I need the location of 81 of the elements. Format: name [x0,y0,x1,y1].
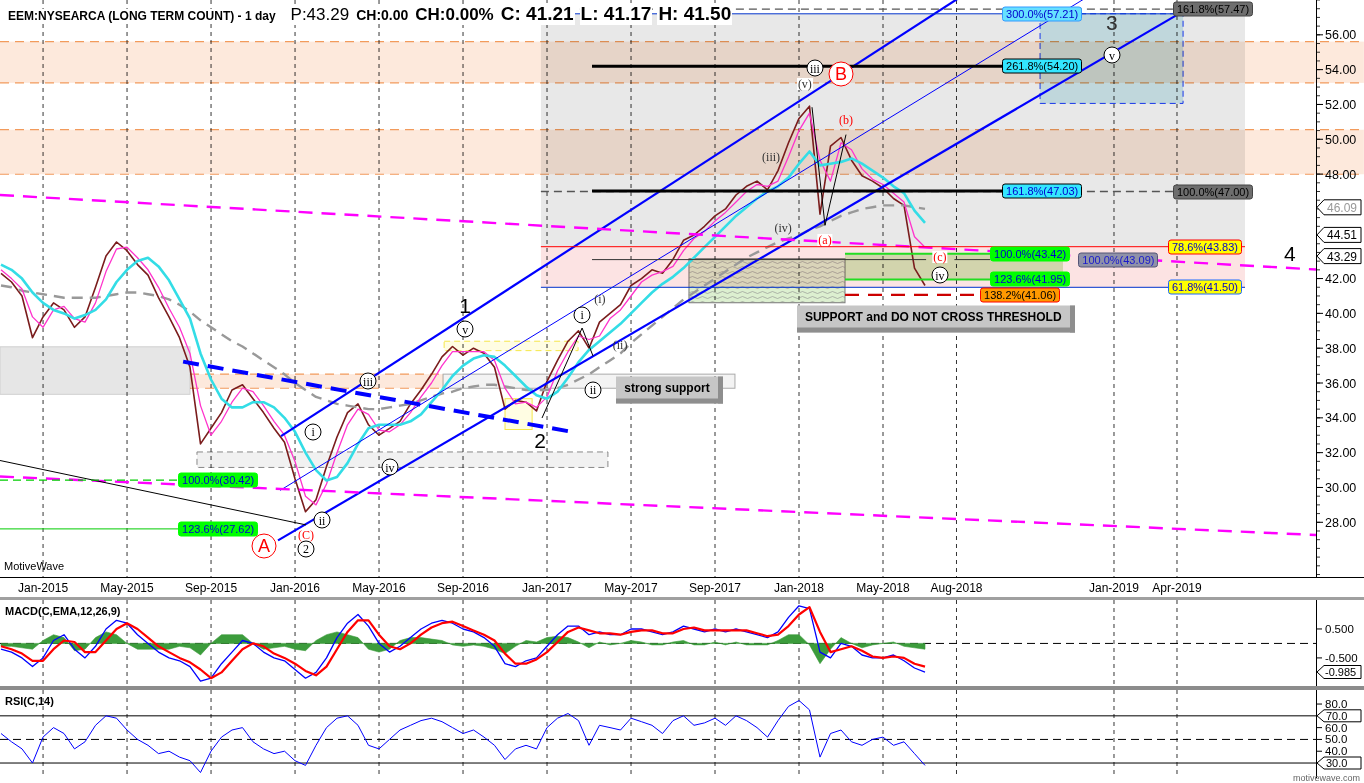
change-reading: CH:0.00 [355,7,410,23]
date-axis-label: May-2017 [604,581,658,595]
rsi-axis-label: 60.0 [1325,721,1348,734]
value-tag: 30.0 [1316,756,1362,770]
indicator-title: RSI(C,14) [5,695,54,707]
rsi-axis-label: 50.0 [1325,733,1348,746]
fibonacci-level-label: 300.0%(57.21) [1002,6,1083,22]
fibonacci-level-label: 100.0%(47.00) [1173,184,1254,199]
site-credit: motivewave.com [1292,773,1360,783]
price-axis-label: 52.00 [1325,97,1357,112]
macd-axis-label: 0.500 [1325,622,1354,635]
price-axis-label: 30.00 [1325,480,1357,495]
fibonacci-level-label: 61.8%(41.50) [1167,279,1242,295]
price-tag: 44.51 [1316,226,1362,243]
price-axis-label: 32.00 [1325,446,1357,461]
fibonacci-level-label: 161.8%(57.47) [1173,1,1254,17]
date-axis-label: Sep-2016 [437,581,490,595]
date-axis-label: Aug-2018 [930,581,983,595]
support-note: SUPPORT and DO NOT CROSS THRESHOLD [796,305,1075,333]
date-axis-label: May-2018 [856,581,910,595]
wave-label: (iv) [774,221,792,234]
price-axis-label: 50.00 [1325,132,1357,147]
wave-label: i [573,306,591,324]
price-tag: 43.29 [1316,248,1362,265]
wave-label: ii [313,511,331,529]
price-axis-label: 48.00 [1325,167,1357,182]
date-axis-label: Jan-2017 [522,581,573,595]
change-percent-reading: CH:0.00% [414,5,495,25]
price-axis-label: 42.00 [1325,272,1357,287]
close-reading: C: 41.21 [499,3,575,25]
wave-label: (ii) [612,339,628,352]
price-axis-label: 28.00 [1325,515,1357,530]
fibonacci-level-label: 100.0%(43.09) [1078,252,1159,268]
value-tag: 70.0 [1316,709,1362,723]
date-axis-label: May-2015 [100,581,154,595]
date-axis-label: Sep-2015 [185,581,238,595]
wave-label: 3 [1106,11,1118,33]
wave-label: 2 [534,429,546,451]
fibonacci-level-label: 100.0%(43.42) [990,246,1071,262]
date-axis-label: Jan-2016 [270,581,321,595]
fibonacci-level-label: 261.8%(54.20) [1002,58,1083,74]
fibonacci-level-label: 123.6%(41.95) [990,271,1071,287]
date-axis-label: Sep-2017 [689,581,741,595]
date-axis-label: Jan-2019 [1088,581,1139,595]
value-tag: -0.985 [1316,665,1362,679]
fibonacci-level-label: 161.8%(47.03) [1002,183,1083,199]
wave-label: v [456,320,474,338]
price-axis-label: 36.00 [1325,376,1357,391]
indicator-title: MACD(C,EMA,12,26,9) [5,605,121,617]
rsi-axis-label: 40.0 [1325,745,1348,758]
macd-axis-label: -0.500 [1325,651,1358,664]
ref-line-label: 30.0 [1326,757,1348,770]
date-axis-label: Apr-2019 [1152,581,1202,595]
wave-label: (iii) [762,150,781,163]
chart-title: EEM:NYSEARCA (LONG TERM COUNT) - 1 day [7,9,277,23]
date-axis-label: May-2016 [352,581,406,595]
fibonacci-level-label: 138.2%(41.06) [980,287,1061,303]
high-reading: H: 41.50 [657,3,733,25]
fibonacci-level-label: 78.6%(43.83) [1167,239,1242,255]
price-tag: 46.09 [1316,199,1362,216]
price-axis-label: 56.00 [1325,28,1357,43]
wave-label: (b) [839,113,854,126]
price-axis-label: 34.00 [1325,411,1357,426]
price-axis-label: 54.00 [1325,63,1357,78]
wave-label: 4 [1284,242,1296,264]
price-axis-label: 38.00 [1325,341,1357,356]
date-axis-label: Jan-2018 [774,581,824,595]
wave-label: 1 [459,294,471,316]
wave-label: i [304,423,322,441]
ref-line-label: 70.0 [1326,709,1348,722]
low-reading: L: 41.17 [579,3,653,25]
date-axis-label: Jan-2015 [18,581,69,595]
fibonacci-level-label: 123.6%(27.62) [178,521,259,537]
support-note: strong support [616,376,723,404]
wave-label: (i) [594,292,606,305]
price-axis-label: 40.00 [1325,306,1357,321]
fibonacci-level-label: 100.0%(30.42) [178,472,259,488]
price-reading: P:43.29 [289,5,351,25]
rsi-axis-label: 80.0 [1325,698,1348,711]
wave-label: (C) [297,529,314,541]
brand-label: MotiveWave [4,560,65,572]
